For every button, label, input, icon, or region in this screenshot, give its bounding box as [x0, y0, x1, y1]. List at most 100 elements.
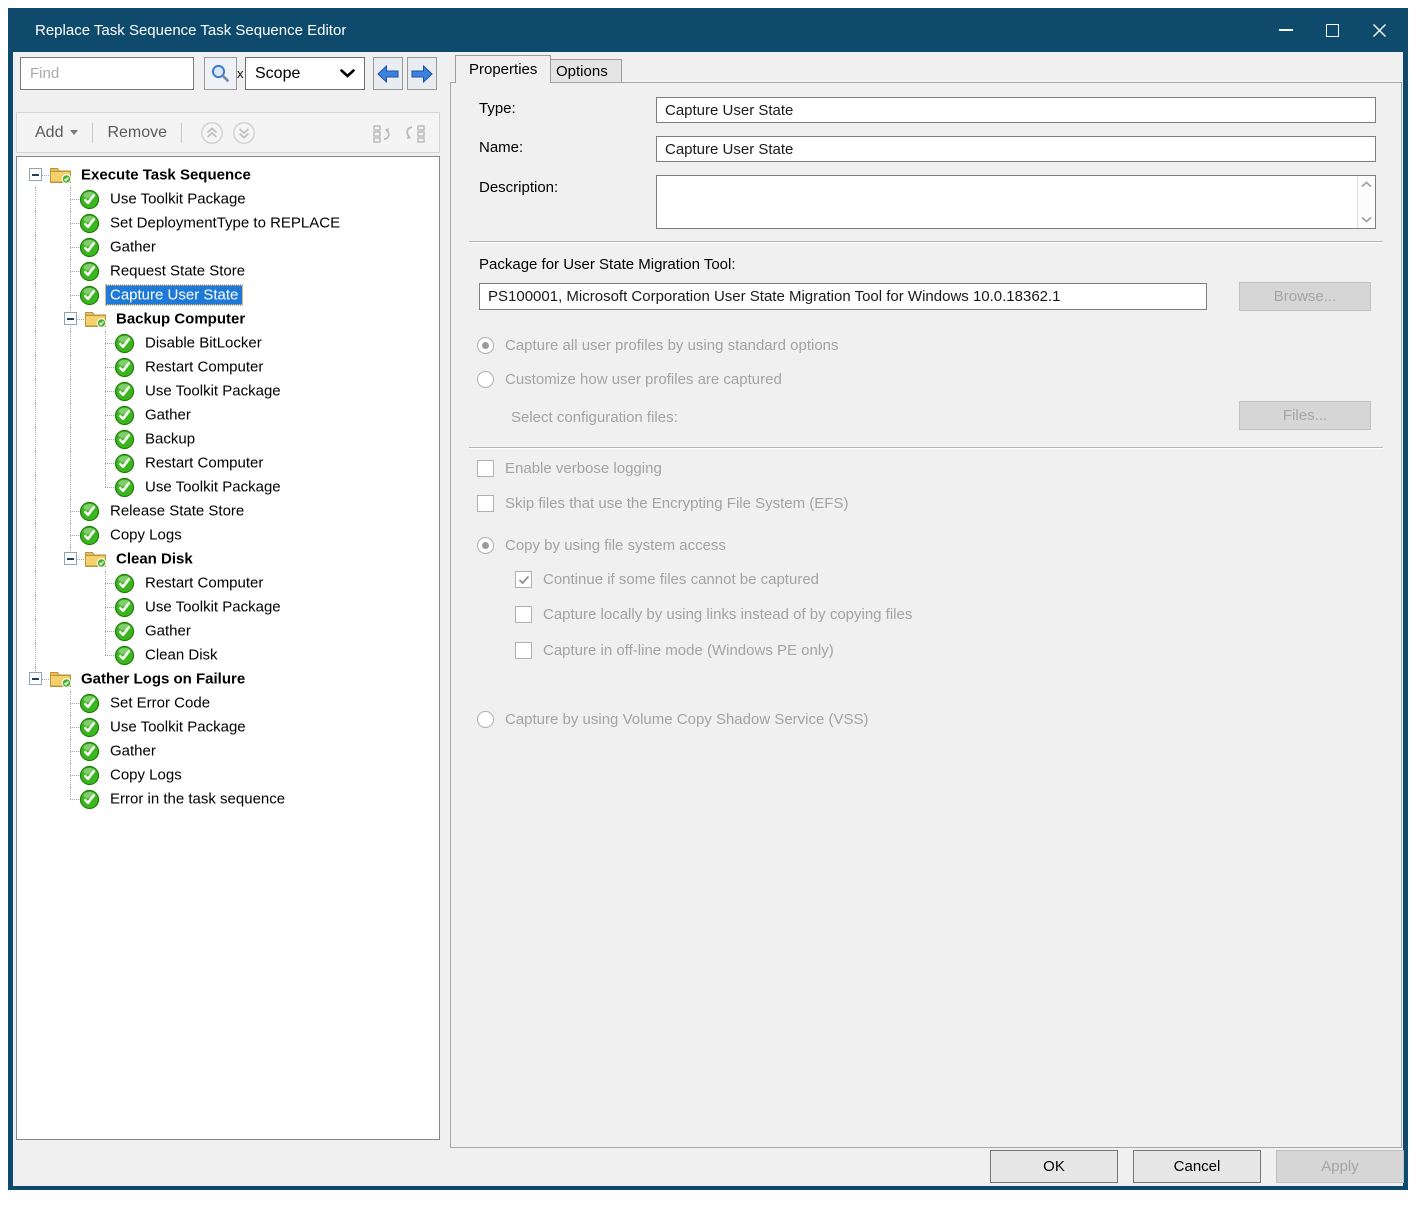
tree-item-label[interactable]: Clean Disk [112, 550, 197, 569]
tree-item[interactable]: Gather [17, 619, 439, 643]
tree-item[interactable]: Copy Logs [17, 523, 439, 547]
tree-item-label[interactable]: Use Toolkit Package [141, 598, 285, 617]
tree-item-label[interactable]: Use Toolkit Package [141, 478, 285, 497]
cancel-button[interactable]: Cancel [1133, 1150, 1261, 1183]
tree-item[interactable]: Gather [17, 403, 439, 427]
package-field[interactable] [479, 283, 1207, 310]
tree-item[interactable]: Restart Computer [17, 355, 439, 379]
tree-item[interactable]: Request State Store [17, 259, 439, 283]
expand-toggle[interactable] [29, 168, 42, 181]
expand-toggle[interactable] [64, 552, 77, 565]
tree-item-label[interactable]: Error in the task sequence [106, 790, 289, 809]
scroll-up-icon[interactable] [1361, 181, 1372, 188]
tree-item-label[interactable]: Set Error Code [106, 694, 214, 713]
browse-button[interactable]: Browse... [1239, 282, 1371, 311]
tree-item[interactable]: Execute Task Sequence [17, 163, 439, 187]
tree-item[interactable]: Use Toolkit Package [17, 475, 439, 499]
tree-item[interactable]: Set DeploymentType to REPLACE [17, 211, 439, 235]
tree-item-label[interactable]: Gather [141, 406, 195, 425]
scroll-down-icon[interactable] [1361, 216, 1372, 223]
tree-item[interactable]: Use Toolkit Package [17, 715, 439, 739]
maximize-button[interactable] [1309, 8, 1356, 52]
description-text[interactable] [657, 176, 1357, 228]
tree-item[interactable]: Restart Computer [17, 571, 439, 595]
tree-guide-line [105, 391, 114, 392]
tree-item[interactable]: Copy Logs [17, 763, 439, 787]
tree-item[interactable]: Backup Computer [17, 307, 439, 331]
navigate-back-button[interactable] [373, 57, 403, 90]
tree-item-label[interactable]: Copy Logs [106, 766, 186, 785]
expand-all-button[interactable] [232, 121, 256, 145]
tree-item[interactable]: Backup [17, 427, 439, 451]
add-button-label: Add [35, 124, 63, 142]
scope-dropdown[interactable]: Scope [245, 57, 365, 90]
tab-options[interactable]: Options [542, 59, 622, 82]
tree-item[interactable]: Gather [17, 739, 439, 763]
tree-item-label[interactable]: Restart Computer [141, 358, 267, 377]
tree-item-label[interactable]: Gather [106, 238, 160, 257]
tree-item[interactable]: Error in the task sequence [17, 787, 439, 811]
tree-item-label[interactable]: Restart Computer [141, 574, 267, 593]
remove-button[interactable]: Remove [103, 124, 171, 142]
tree-item[interactable]: Use Toolkit Package [17, 595, 439, 619]
tree-item-label[interactable]: Use Toolkit Package [106, 190, 250, 209]
description-scrollbar[interactable] [1357, 176, 1375, 228]
expand-toggle[interactable] [29, 672, 42, 685]
files-button[interactable]: Files... [1239, 401, 1371, 430]
tree-item[interactable]: Capture User State [17, 283, 439, 307]
tree-item-label[interactable]: Disable BitLocker [141, 334, 266, 353]
tree-item-label[interactable]: Execute Task Sequence [77, 166, 255, 185]
tree-item-label[interactable]: Backup Computer [112, 310, 249, 329]
apply-button[interactable]: Apply [1276, 1150, 1404, 1183]
tree-item[interactable]: Use Toolkit Package [17, 379, 439, 403]
tree-item[interactable]: Clean Disk [17, 547, 439, 571]
tree-item-label[interactable]: Capture User State [106, 286, 242, 305]
name-field[interactable] [656, 136, 1376, 162]
minimize-button[interactable] [1262, 8, 1309, 52]
move-down-list-button[interactable] [403, 121, 427, 145]
checkbox-skip-efs[interactable] [477, 495, 494, 512]
tree-item-label[interactable]: Release State Store [106, 502, 248, 521]
expand-toggle[interactable] [64, 312, 77, 325]
tree-item-label[interactable]: Gather Logs on Failure [77, 670, 249, 689]
checkbox-continue-on-error[interactable] [515, 571, 532, 588]
close-button[interactable] [1356, 8, 1403, 52]
tree-item-label[interactable]: Use Toolkit Package [141, 382, 285, 401]
tree-item-label[interactable]: Use Toolkit Package [106, 718, 250, 737]
radio-customize-capture[interactable] [477, 371, 494, 388]
move-up-list-button[interactable] [371, 121, 395, 145]
radio-file-system-access[interactable] [477, 537, 494, 554]
tree-item[interactable]: Gather Logs on Failure [17, 667, 439, 691]
tree-item[interactable]: Gather [17, 235, 439, 259]
description-field[interactable] [656, 175, 1376, 229]
search-button[interactable] [204, 57, 237, 90]
tree-item-label[interactable]: Restart Computer [141, 454, 267, 473]
tab-properties[interactable]: Properties [455, 55, 551, 83]
radio-file-system-access-label: Copy by using file system access [505, 536, 726, 556]
tree-item-label[interactable]: Set DeploymentType to REPLACE [106, 214, 344, 233]
tree-item[interactable]: Restart Computer [17, 451, 439, 475]
tree-item[interactable]: Release State Store [17, 499, 439, 523]
checkbox-offline-mode[interactable] [515, 642, 532, 659]
tree-item-label[interactable]: Request State Store [106, 262, 249, 281]
checkbox-capture-links[interactable] [515, 606, 532, 623]
tree-item-label[interactable]: Copy Logs [106, 526, 186, 545]
type-field[interactable] [656, 97, 1376, 123]
tree-item[interactable]: Disable BitLocker [17, 331, 439, 355]
tree-item-label[interactable]: Clean Disk [141, 646, 222, 665]
ok-button[interactable]: OK [990, 1150, 1118, 1183]
tree-item-label[interactable]: Backup [141, 430, 199, 449]
radio-capture-standard[interactable] [477, 337, 494, 354]
select-config-label: Select configuration files: [511, 408, 678, 428]
tree-item-label[interactable]: Gather [141, 622, 195, 641]
add-button[interactable]: Add [31, 124, 82, 142]
tree-item[interactable]: Clean Disk [17, 643, 439, 667]
navigate-forward-button[interactable] [407, 57, 437, 90]
radio-vss[interactable] [477, 711, 494, 728]
checkbox-verbose-logging[interactable] [477, 460, 494, 477]
tree-item-label[interactable]: Gather [106, 742, 160, 761]
collapse-all-button[interactable] [200, 121, 224, 145]
tree-item[interactable]: Use Toolkit Package [17, 187, 439, 211]
find-input[interactable] [21, 58, 235, 89]
tree-item[interactable]: Set Error Code [17, 691, 439, 715]
